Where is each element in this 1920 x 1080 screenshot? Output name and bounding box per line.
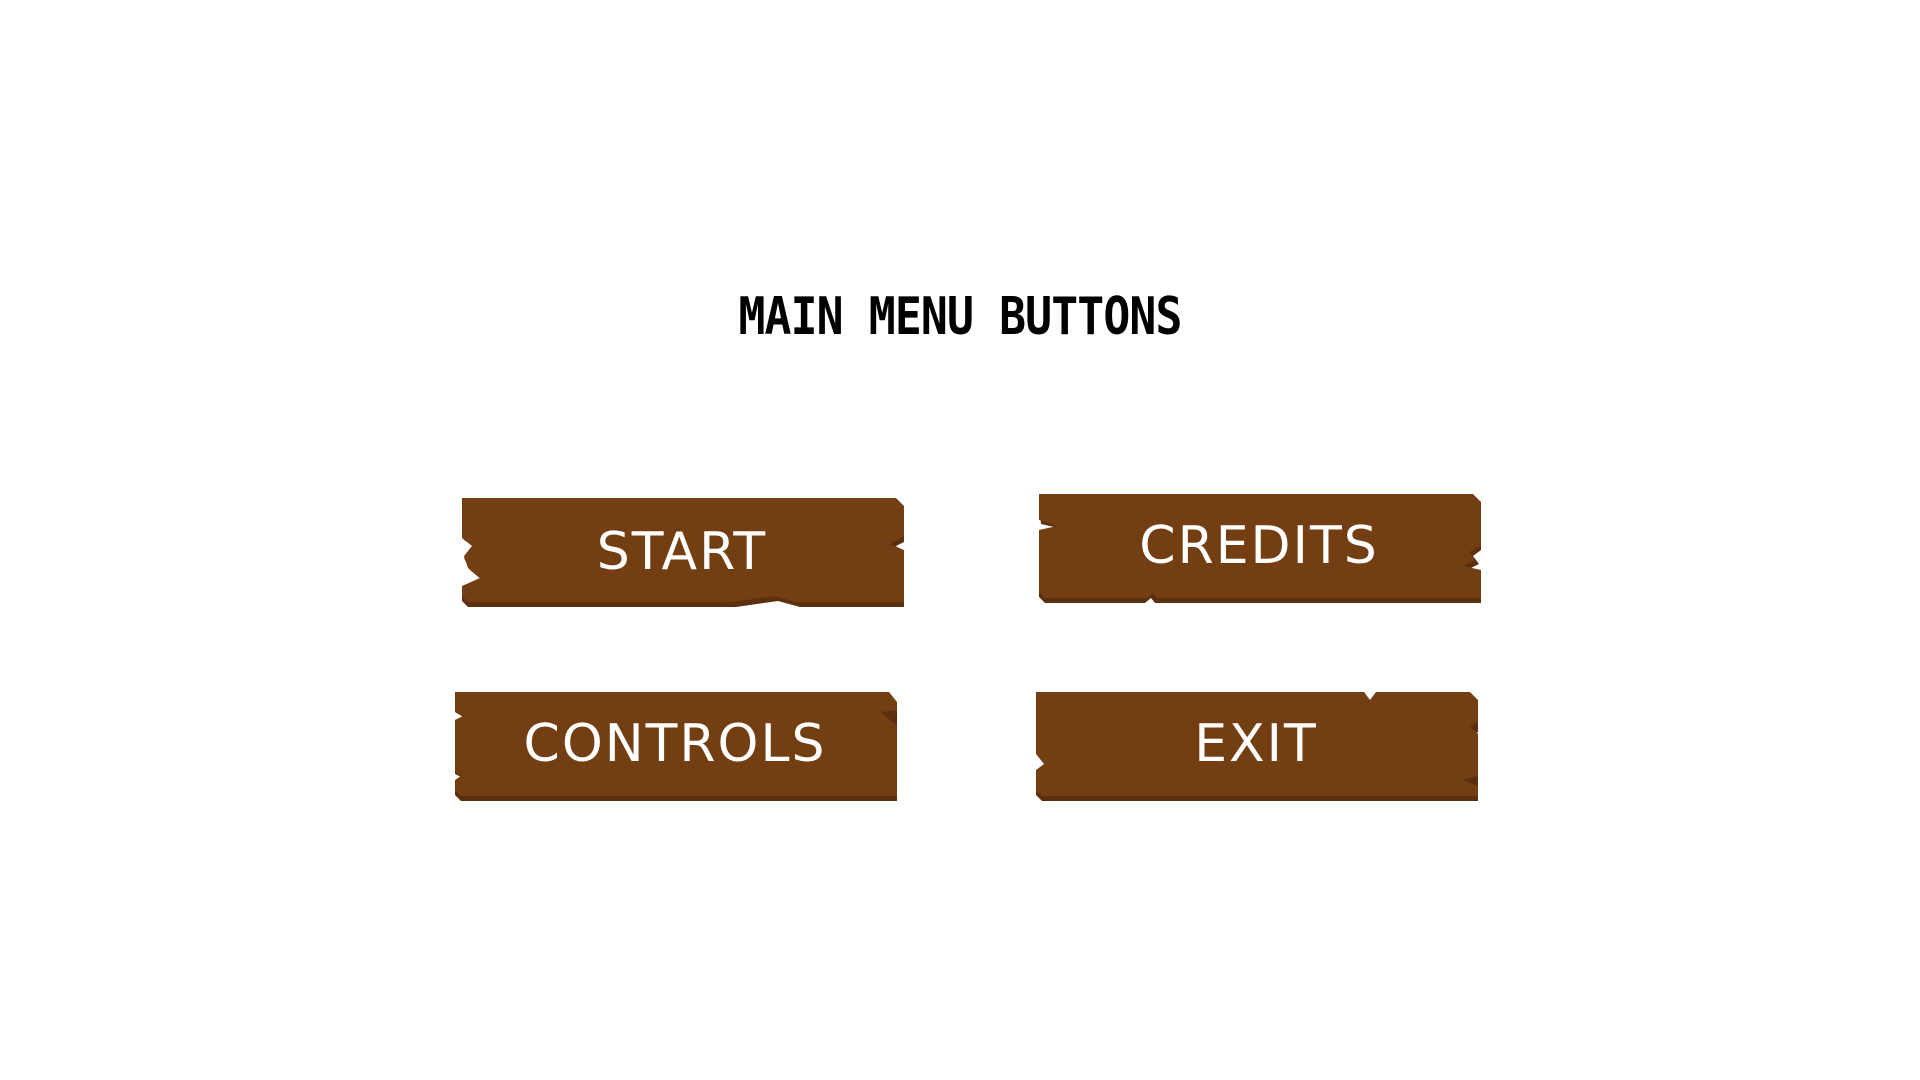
controls-button-label: CONTROLS [523, 713, 827, 774]
controls-button[interactable]: CONTROLS [453, 692, 897, 801]
main-menu-screen: MAIN MENU BUTTONS START CREDITS CONTROLS… [0, 0, 1920, 1080]
page-title: MAIN MENU BUTTONS [738, 287, 1182, 347]
exit-button-label: EXIT [1194, 713, 1318, 774]
credits-button-label: CREDITS [1139, 515, 1379, 576]
exit-button[interactable]: EXIT [1034, 692, 1478, 801]
credits-button[interactable]: CREDITS [1037, 494, 1481, 603]
start-button[interactable]: START [460, 498, 904, 607]
start-button-label: START [596, 521, 768, 582]
